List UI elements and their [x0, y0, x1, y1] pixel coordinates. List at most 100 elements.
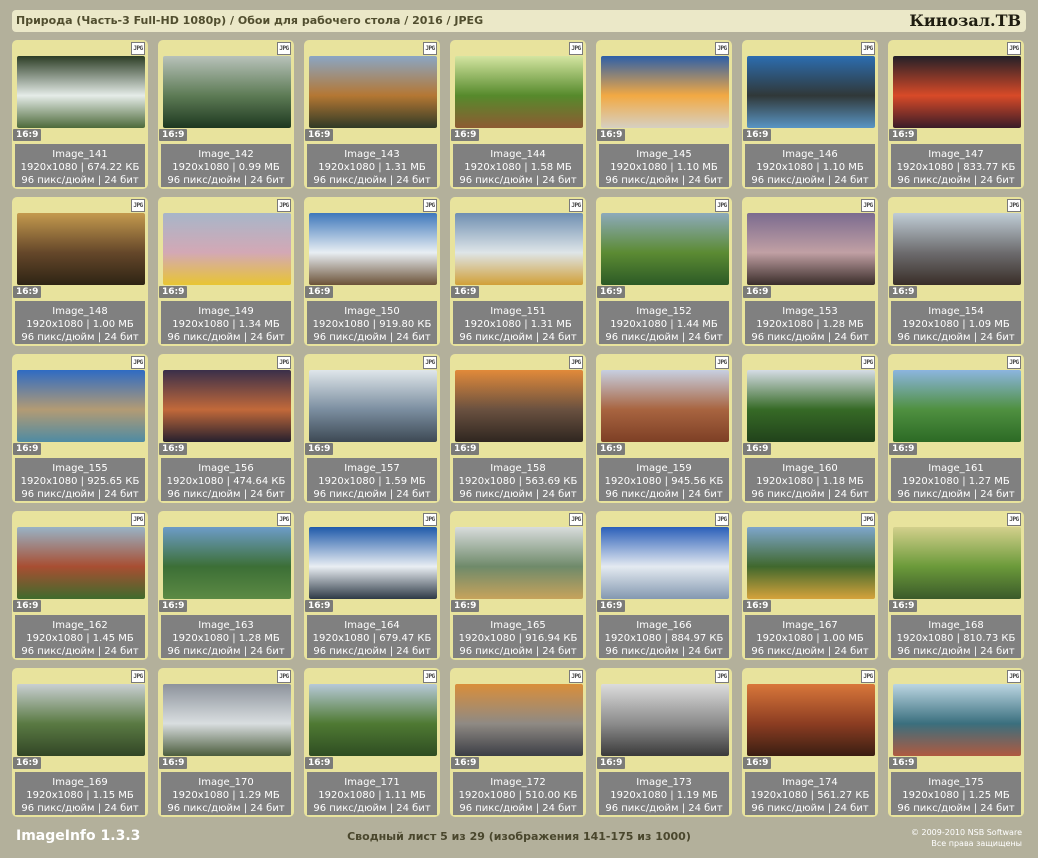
thumbnail-image[interactable]	[747, 527, 875, 599]
rights-text: Все права защищены	[931, 839, 1022, 848]
image-name: Image_174	[782, 777, 838, 788]
thumbnail-image[interactable]	[309, 213, 437, 285]
image-dims: 1920x1080 | 919.80 КБ	[312, 319, 432, 330]
thumbnail-image[interactable]	[163, 56, 291, 128]
thumbnail-image[interactable]	[455, 684, 583, 756]
thumbnail-image[interactable]	[163, 527, 291, 599]
aspect-ratio-badge: 16:9	[597, 600, 626, 612]
thumbnail-card[interactable]: JPG 16:9 Image_157 1920x1080 | 1.59 МБ 96 пи…	[304, 354, 440, 503]
thumbnail-card[interactable]: JPG 16:9 Image_163 1920x1080 | 1.28 МБ 96 пи…	[158, 511, 294, 660]
thumbnail-card[interactable]: JPG 16:9 Image_141 1920x1080 | 674.22 КБ 96 …	[12, 40, 148, 189]
thumbnail-card[interactable]: JPG 16:9 Image_172 1920x1080 | 510.00 КБ 96 …	[450, 668, 586, 817]
thumbnail-card[interactable]: JPG 16:9 Image_164 1920x1080 | 679.47 КБ 96 …	[304, 511, 440, 660]
thumbnail-card[interactable]: JPG 16:9 Image_146 1920x1080 | 1.10 МБ 96 пи…	[742, 40, 878, 189]
thumbnail-image[interactable]	[601, 684, 729, 756]
thumbnail-card[interactable]: JPG 16:9 Image_150 1920x1080 | 919.80 КБ 96 …	[304, 197, 440, 346]
jpg-file-icon: JPG	[277, 356, 291, 369]
thumbnail-card[interactable]: JPG 16:9 Image_175 1920x1080 | 1.25 МБ 96 пи…	[888, 668, 1024, 817]
thumbnail-card[interactable]: JPG 16:9 Image_166 1920x1080 | 884.97 КБ 96 …	[596, 511, 732, 660]
thumbnail-card[interactable]: JPG 16:9 Image_153 1920x1080 | 1.28 МБ 96 пи…	[742, 197, 878, 346]
jpg-file-icon: JPG	[1007, 42, 1021, 55]
jpg-file-icon: JPG	[715, 199, 729, 212]
image-name: Image_160	[782, 463, 838, 474]
jpg-file-icon: JPG	[277, 513, 291, 526]
image-meta: 96 пикс/дюйм | 24 бит	[605, 803, 723, 814]
thumbnail-card[interactable]: JPG 16:9 Image_149 1920x1080 | 1.34 МБ 96 пи…	[158, 197, 294, 346]
thumbnail-card[interactable]: JPG 16:9 Image_144 1920x1080 | 1.58 МБ 96 пи…	[450, 40, 586, 189]
image-meta: 96 пикс/дюйм | 24 бит	[751, 332, 869, 343]
image-dims: 1920x1080 | 474.64 КБ	[166, 476, 286, 487]
thumbnail-image[interactable]	[747, 684, 875, 756]
thumbnail-card[interactable]: JPG 16:9 Image_145 1920x1080 | 1.10 МБ 96 пи…	[596, 40, 732, 189]
image-meta: 96 пикс/дюйм | 24 бит	[167, 803, 285, 814]
thumbnail-card[interactable]: JPG 16:9 Image_151 1920x1080 | 1.31 МБ 96 пи…	[450, 197, 586, 346]
thumbnail-card[interactable]: JPG 16:9 Image_173 1920x1080 | 1.19 МБ 96 пи…	[596, 668, 732, 817]
thumbnail-card[interactable]: JPG 16:9 Image_156 1920x1080 | 474.64 КБ 96 …	[158, 354, 294, 503]
thumbnail-image[interactable]	[163, 213, 291, 285]
thumbnail-image[interactable]	[17, 213, 145, 285]
thumbnail-image[interactable]	[17, 370, 145, 442]
thumbnail-image[interactable]	[455, 370, 583, 442]
image-dims: 1920x1080 | 1.11 МБ	[318, 790, 426, 801]
thumbnail-card[interactable]: JPG 16:9 Image_160 1920x1080 | 1.18 МБ 96 пи…	[742, 354, 878, 503]
thumbnail-image[interactable]	[455, 56, 583, 128]
thumbnail-image[interactable]	[601, 370, 729, 442]
thumbnail-image[interactable]	[893, 56, 1021, 128]
jpg-file-icon: JPG	[569, 670, 583, 683]
thumbnail-image[interactable]	[17, 527, 145, 599]
thumbnail-image[interactable]	[17, 56, 145, 128]
thumbnail-image[interactable]	[601, 213, 729, 285]
image-dims: 1920x1080 | 1.31 МБ	[318, 162, 426, 173]
thumbnail-image[interactable]	[601, 527, 729, 599]
thumbnail-image[interactable]	[601, 56, 729, 128]
jpg-file-icon: JPG	[861, 42, 875, 55]
thumbnail-card[interactable]: JPG 16:9 Image_159 1920x1080 | 945.56 КБ 96 …	[596, 354, 732, 503]
thumbnail-image[interactable]	[309, 56, 437, 128]
image-info: Image_169 1920x1080 | 1.15 МБ 96 пикс/дюйм…	[15, 772, 145, 815]
thumbnail-card[interactable]: JPG 16:9 Image_161 1920x1080 | 1.27 МБ 96 пи…	[888, 354, 1024, 503]
thumbnail-card[interactable]: JPG 16:9 Image_147 1920x1080 | 833.77 КБ 96 …	[888, 40, 1024, 189]
thumbnail-image[interactable]	[17, 684, 145, 756]
thumbnail-card[interactable]: JPG 16:9 Image_155 1920x1080 | 925.65 КБ 96 …	[12, 354, 148, 503]
thumbnail-image[interactable]	[455, 213, 583, 285]
thumbnail-card[interactable]: JPG 16:9 Image_169 1920x1080 | 1.15 МБ 96 пи…	[12, 668, 148, 817]
thumbnail-card[interactable]: JPG 16:9 Image_165 1920x1080 | 916.94 КБ 96 …	[450, 511, 586, 660]
thumbnail-image[interactable]	[309, 684, 437, 756]
image-info: Image_152 1920x1080 | 1.44 МБ 96 пикс/дюйм…	[599, 301, 729, 344]
thumbnail-image[interactable]	[163, 684, 291, 756]
thumbnail-card[interactable]: JPG 16:9 Image_154 1920x1080 | 1.09 МБ 96 пи…	[888, 197, 1024, 346]
thumbnail-image[interactable]	[455, 527, 583, 599]
thumbnail-card[interactable]: JPG 16:9 Image_171 1920x1080 | 1.11 МБ 96 пи…	[304, 668, 440, 817]
thumbnail-image[interactable]	[747, 56, 875, 128]
thumbnail-card[interactable]: JPG 16:9 Image_168 1920x1080 | 810.73 КБ 96 …	[888, 511, 1024, 660]
aspect-ratio-badge: 16:9	[451, 443, 480, 455]
image-name: Image_147	[928, 149, 984, 160]
thumbnail-image[interactable]	[309, 527, 437, 599]
thumbnail-image[interactable]	[893, 527, 1021, 599]
thumbnail-image[interactable]	[309, 370, 437, 442]
thumbnail-card[interactable]: JPG 16:9 Image_143 1920x1080 | 1.31 МБ 96 пи…	[304, 40, 440, 189]
thumbnail-image[interactable]	[163, 370, 291, 442]
image-meta: 96 пикс/дюйм | 24 бит	[313, 175, 431, 186]
image-meta: 96 пикс/дюйм | 24 бит	[897, 175, 1015, 186]
thumbnail-image[interactable]	[893, 370, 1021, 442]
thumbnail-image[interactable]	[747, 213, 875, 285]
thumbnail-image[interactable]	[747, 370, 875, 442]
image-dims: 1920x1080 | 1.58 МБ	[464, 162, 572, 173]
aspect-ratio-badge: 16:9	[305, 443, 334, 455]
image-name: Image_166	[636, 620, 692, 631]
thumbnail-image[interactable]	[893, 213, 1021, 285]
thumbnail-card[interactable]: JPG 16:9 Image_162 1920x1080 | 1.45 МБ 96 пи…	[12, 511, 148, 660]
aspect-ratio-badge: 16:9	[159, 443, 188, 455]
thumbnail-card[interactable]: JPG 16:9 Image_148 1920x1080 | 1.00 МБ 96 пи…	[12, 197, 148, 346]
thumbnail-card[interactable]: JPG 16:9 Image_170 1920x1080 | 1.29 МБ 96 пи…	[158, 668, 294, 817]
aspect-ratio-badge: 16:9	[305, 757, 334, 769]
aspect-ratio-badge: 16:9	[451, 600, 480, 612]
thumbnail-card[interactable]: JPG 16:9 Image_158 1920x1080 | 563.69 КБ 96 …	[450, 354, 586, 503]
thumbnail-card[interactable]: JPG 16:9 Image_142 1920x1080 | 0.99 МБ 96 пи…	[158, 40, 294, 189]
thumbnail-card[interactable]: JPG 16:9 Image_167 1920x1080 | 1.00 МБ 96 пи…	[742, 511, 878, 660]
thumbnail-card[interactable]: JPG 16:9 Image_152 1920x1080 | 1.44 МБ 96 пи…	[596, 197, 732, 346]
image-meta: 96 пикс/дюйм | 24 бит	[167, 175, 285, 186]
thumbnail-card[interactable]: JPG 16:9 Image_174 1920x1080 | 561.27 КБ 96 …	[742, 668, 878, 817]
thumbnail-image[interactable]	[893, 684, 1021, 756]
